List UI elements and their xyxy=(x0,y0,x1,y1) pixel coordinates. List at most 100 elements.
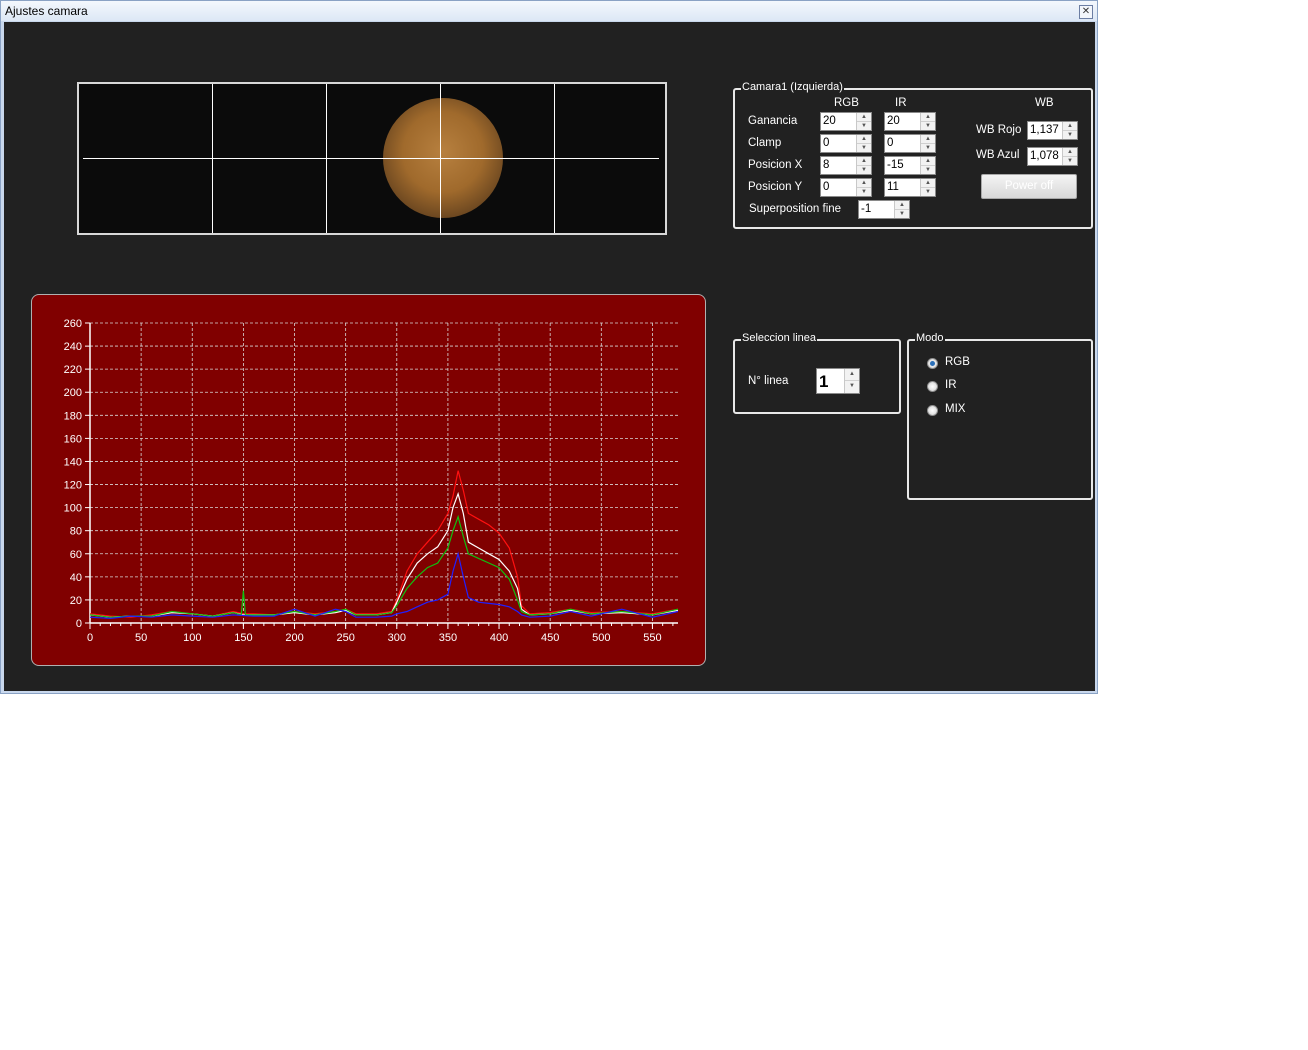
radio-mix[interactable] xyxy=(927,405,938,416)
line-profile-chart: 0 20 40 60 80 100 120 140 160 180 200 220 240 260 0 50 1… xyxy=(31,294,706,666)
close-icon[interactable]: ✕ xyxy=(1079,5,1093,19)
radio-ir[interactable] xyxy=(927,381,938,392)
group-title: Modo xyxy=(915,332,945,344)
x-tick-label: 0 xyxy=(87,632,93,644)
stepper-value[interactable]: -1 xyxy=(861,203,871,215)
posicion-x-ir-stepper[interactable]: -15 ▲ ▼ xyxy=(884,156,936,175)
posicion-y-rgb-stepper[interactable]: 0 ▲ ▼ xyxy=(820,178,872,197)
arrow-up-icon[interactable]: ▲ xyxy=(857,157,871,166)
stepper-value[interactable]: 8 xyxy=(823,159,829,171)
group-title: Camara1 (Izquierda) xyxy=(741,81,844,93)
arrow-down-icon[interactable]: ▼ xyxy=(921,166,935,174)
y-tick-label: 220 xyxy=(64,364,82,376)
arrow-down-icon[interactable]: ▼ xyxy=(857,144,871,152)
stepper-value[interactable]: 1 xyxy=(819,372,828,392)
ganancia-rgb-stepper[interactable]: 20 ▲ ▼ xyxy=(820,112,872,131)
stepper-value[interactable]: 20 xyxy=(823,115,836,127)
arrow-up-icon[interactable]: ▲ xyxy=(895,201,909,210)
column-header-ir: IR xyxy=(895,97,907,109)
y-tick-label: 0 xyxy=(76,618,82,630)
x-tick-label: 350 xyxy=(439,632,457,644)
arrow-down-icon[interactable]: ▼ xyxy=(895,210,909,218)
stepper-value[interactable]: 1,078 xyxy=(1030,150,1059,162)
ganancia-ir-stepper[interactable]: 20 ▲ ▼ xyxy=(884,112,936,131)
arrow-up-icon[interactable]: ▲ xyxy=(1063,148,1077,157)
y-tick-label: 260 xyxy=(64,318,82,330)
arrow-down-icon[interactable]: ▼ xyxy=(857,188,871,196)
arrow-down-icon[interactable]: ▼ xyxy=(857,122,871,130)
arrow-up-icon[interactable]: ▲ xyxy=(921,179,935,188)
arrow-down-icon[interactable]: ▼ xyxy=(845,381,859,392)
y-tick-label: 200 xyxy=(64,387,82,399)
stepper-value[interactable]: 1,137 xyxy=(1030,124,1059,136)
arrow-up-icon[interactable]: ▲ xyxy=(857,113,871,122)
posicion-y-ir-stepper[interactable]: 11 ▲ ▼ xyxy=(884,178,936,197)
wb-azul-stepper[interactable]: 1,078 ▲ ▼ xyxy=(1027,147,1078,166)
arrow-up-icon[interactable]: ▲ xyxy=(845,369,859,381)
posicion-y-label: Posicion Y xyxy=(748,181,803,193)
wb-rojo-stepper[interactable]: 1,137 ▲ ▼ xyxy=(1027,121,1078,140)
superposition-stepper[interactable]: -1 ▲ ▼ xyxy=(858,200,910,219)
arrow-down-icon[interactable]: ▼ xyxy=(1063,157,1077,165)
clamp-ir-stepper[interactable]: 0 ▲ ▼ xyxy=(884,134,936,153)
arrow-up-icon[interactable]: ▲ xyxy=(921,113,935,122)
radio-rgb[interactable] xyxy=(927,358,938,369)
y-tick-label: 60 xyxy=(70,549,82,561)
x-tick-label: 50 xyxy=(135,632,147,644)
x-tick-label: 100 xyxy=(183,632,201,644)
radio-mix-label[interactable]: MIX xyxy=(945,403,965,415)
stepper-value[interactable]: 0 xyxy=(887,137,893,149)
stepper-value[interactable]: 11 xyxy=(887,181,899,193)
x-tick-label: 200 xyxy=(285,632,303,644)
mode-group: Modo RGB IR MIX xyxy=(907,332,1093,500)
y-tick-label: 40 xyxy=(70,572,82,584)
y-tick-label: 140 xyxy=(64,456,82,468)
line-number-stepper[interactable]: 1 ▲ ▼ xyxy=(816,368,860,394)
power-off-button[interactable]: Power off xyxy=(981,174,1077,199)
title-bar[interactable]: Ajustes camara ✕ xyxy=(1,1,1097,21)
arrow-up-icon[interactable]: ▲ xyxy=(1063,122,1077,131)
x-tick-label: 400 xyxy=(490,632,508,644)
posicion-x-label: Posicion X xyxy=(748,159,803,171)
superposition-label: Superposition fine xyxy=(749,203,842,215)
wb-rojo-label: WB Rojo xyxy=(976,124,1022,136)
x-tick-label: 300 xyxy=(388,632,406,644)
line-number-label: N° linea xyxy=(748,375,789,387)
y-tick-label: 240 xyxy=(64,341,82,353)
y-tick-label: 160 xyxy=(64,433,82,445)
radio-ir-label[interactable]: IR xyxy=(945,379,957,391)
stepper-value[interactable]: -15 xyxy=(887,159,904,171)
y-tick-label: 120 xyxy=(64,480,82,492)
series-line-blue xyxy=(89,551,679,620)
window-title: Ajustes camara xyxy=(5,4,88,18)
clamp-label: Clamp xyxy=(748,137,782,149)
y-tick-label: 80 xyxy=(70,526,82,538)
x-tick-label: 550 xyxy=(643,632,661,644)
stepper-value[interactable]: 0 xyxy=(823,181,829,193)
arrow-down-icon[interactable]: ▼ xyxy=(921,144,935,152)
arrow-down-icon[interactable]: ▼ xyxy=(1063,131,1077,139)
stepper-value[interactable]: 0 xyxy=(823,137,829,149)
arrow-down-icon[interactable]: ▼ xyxy=(857,166,871,174)
x-tick-label: 500 xyxy=(592,632,610,644)
arrow-up-icon[interactable]: ▲ xyxy=(857,135,871,144)
camera-preview[interactable] xyxy=(77,82,667,235)
column-header-rgb: RGB xyxy=(834,97,859,109)
arrow-up-icon[interactable]: ▲ xyxy=(921,135,935,144)
arrow-down-icon[interactable]: ▼ xyxy=(921,188,935,196)
y-tick-label: 100 xyxy=(64,503,82,515)
arrow-up-icon[interactable]: ▲ xyxy=(921,157,935,166)
client-area: Camara1 (Izquierda) RGB IR WB Ganancia 2… xyxy=(4,22,1095,691)
line-selection-group: Seleccion linea N° linea 1 ▲ ▼ xyxy=(733,332,901,414)
stepper-value[interactable]: 20 xyxy=(887,115,900,127)
radio-rgb-label[interactable]: RGB xyxy=(945,356,970,368)
arrow-up-icon[interactable]: ▲ xyxy=(857,179,871,188)
chart-canvas: 0 20 40 60 80 100 120 140 160 180 200 220 240 260 0 50 1… xyxy=(64,318,679,644)
column-header-wb: WB xyxy=(1035,97,1054,109)
arrow-down-icon[interactable]: ▼ xyxy=(921,122,935,130)
y-tick-label: 20 xyxy=(70,595,82,607)
posicion-x-rgb-stepper[interactable]: 8 ▲ ▼ xyxy=(820,156,872,175)
grid-line xyxy=(83,158,659,159)
clamp-rgb-stepper[interactable]: 0 ▲ ▼ xyxy=(820,134,872,153)
series-line-white xyxy=(89,491,679,618)
